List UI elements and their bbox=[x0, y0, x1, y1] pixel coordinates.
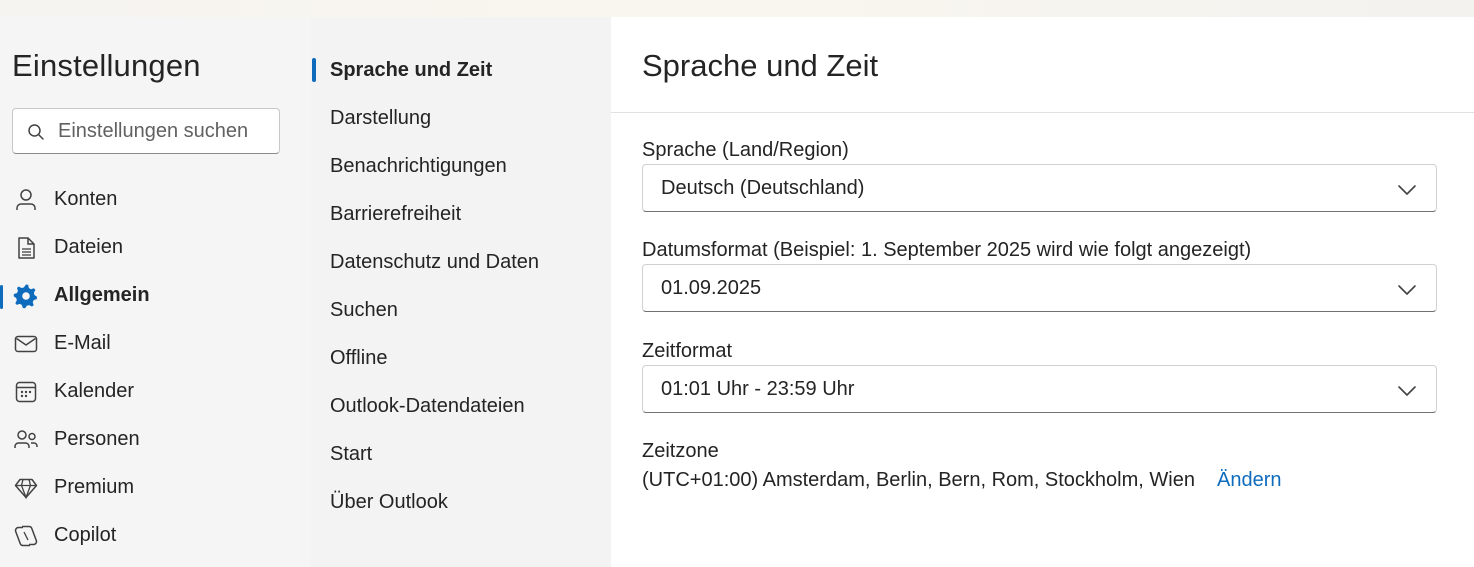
subnav-item-label: Outlook-Datendateien bbox=[330, 395, 525, 417]
nav-item-label: Copilot bbox=[54, 524, 117, 546]
language-dropdown[interactable]: Deutsch (Deutschland) bbox=[642, 164, 1437, 212]
active-indicator bbox=[312, 58, 316, 82]
nav-item-premium[interactable]: Premium bbox=[0, 465, 311, 509]
subnav-item-label: Start bbox=[330, 443, 373, 465]
calendar-icon bbox=[15, 381, 37, 403]
subnav-item-offline[interactable]: Offline bbox=[311, 336, 611, 380]
timezone-label: Zeitzone bbox=[642, 440, 719, 462]
nav-item-label: Konten bbox=[54, 188, 118, 210]
nav-item-label: Kalender bbox=[54, 380, 135, 402]
gear-icon bbox=[13, 284, 37, 309]
chevron-down-icon bbox=[1398, 386, 1416, 396]
nav-item-label: Allgemein bbox=[54, 284, 150, 306]
nav-item-allgemein[interactable]: Allgemein bbox=[0, 273, 311, 317]
subnav-item-label: Datenschutz und Daten bbox=[330, 251, 540, 273]
subnav-item-label: Suchen bbox=[330, 299, 398, 321]
search-input[interactable] bbox=[58, 109, 273, 153]
subnav-item-suchen[interactable]: Suchen bbox=[311, 288, 611, 332]
subnav-item-label: Darstellung bbox=[330, 107, 432, 129]
subnav-item-start[interactable]: Start bbox=[311, 432, 611, 476]
settings-search-box[interactable] bbox=[12, 108, 280, 154]
person-icon bbox=[16, 189, 36, 210]
nav-item-konten[interactable]: Konten bbox=[0, 177, 311, 221]
diamond-icon bbox=[14, 478, 38, 500]
nav-item-label: E-Mail bbox=[54, 332, 111, 354]
time-format-value: 01:01 Uhr - 23:59 Uhr bbox=[661, 378, 855, 400]
copilot-icon bbox=[14, 525, 38, 547]
subnav-item-darstellung[interactable]: Darstellung bbox=[311, 96, 611, 140]
time-format-dropdown[interactable]: 01:01 Uhr - 23:59 Uhr bbox=[642, 365, 1437, 413]
document-icon bbox=[18, 237, 35, 259]
nav-item-personen[interactable]: Personen bbox=[0, 417, 311, 461]
nav-item-copilot[interactable]: Copilot bbox=[0, 513, 311, 557]
subnav-item-label: Barrierefreiheit bbox=[330, 203, 462, 225]
time-format-label: Zeitformat bbox=[642, 340, 733, 362]
subnav-item-sprache-und-zeit[interactable]: Sprache und Zeit bbox=[311, 48, 611, 92]
chevron-down-icon bbox=[1398, 185, 1416, 195]
date-format-value: 01.09.2025 bbox=[661, 277, 762, 299]
date-format-label: Datumsformat (Beispiel: 1. September 202… bbox=[642, 239, 1252, 261]
subnav-item-label: Über Outlook bbox=[330, 491, 448, 513]
settings-title: Einstellungen bbox=[12, 48, 201, 83]
active-indicator bbox=[0, 285, 3, 309]
nav-item-kalender[interactable]: Kalender bbox=[0, 369, 311, 413]
language-label: Sprache (Land/Region) bbox=[642, 139, 849, 161]
change-timezone-link[interactable]: Ändern bbox=[1217, 469, 1282, 492]
nav-item-label: Dateien bbox=[54, 236, 123, 258]
page-title: Sprache und Zeit bbox=[642, 48, 879, 83]
subnav-item-label: Sprache und Zeit bbox=[330, 59, 493, 81]
chevron-down-icon bbox=[1398, 285, 1416, 295]
search-icon bbox=[28, 124, 44, 140]
subnav-item-datenschutz[interactable]: Datenschutz und Daten bbox=[311, 240, 611, 284]
people-icon bbox=[14, 430, 38, 448]
header-divider bbox=[611, 112, 1474, 113]
subnav-item-outlook-datendateien[interactable]: Outlook-Datendateien bbox=[311, 384, 611, 428]
mail-icon bbox=[14, 335, 38, 353]
nav-item-email[interactable]: E-Mail bbox=[0, 321, 311, 365]
nav-item-label: Premium bbox=[54, 476, 135, 498]
nav-item-dateien[interactable]: Dateien bbox=[0, 225, 311, 269]
timezone-value: (UTC+01:00) Amsterdam, Berlin, Bern, Rom… bbox=[642, 469, 1195, 491]
language-value: Deutsch (Deutschland) bbox=[661, 177, 865, 199]
subnav-item-benachrichtigungen[interactable]: Benachrichtigungen bbox=[311, 144, 611, 188]
subnav-item-ueber-outlook[interactable]: Über Outlook bbox=[311, 480, 611, 524]
title-bar-strip bbox=[0, 0, 1474, 17]
nav-item-label: Personen bbox=[54, 428, 140, 450]
subnav-item-barrierefreiheit[interactable]: Barrierefreiheit bbox=[311, 192, 611, 236]
date-format-dropdown[interactable]: 01.09.2025 bbox=[642, 264, 1437, 312]
subnav-item-label: Benachrichtigungen bbox=[330, 155, 507, 177]
subnav-item-label: Offline bbox=[330, 347, 388, 369]
